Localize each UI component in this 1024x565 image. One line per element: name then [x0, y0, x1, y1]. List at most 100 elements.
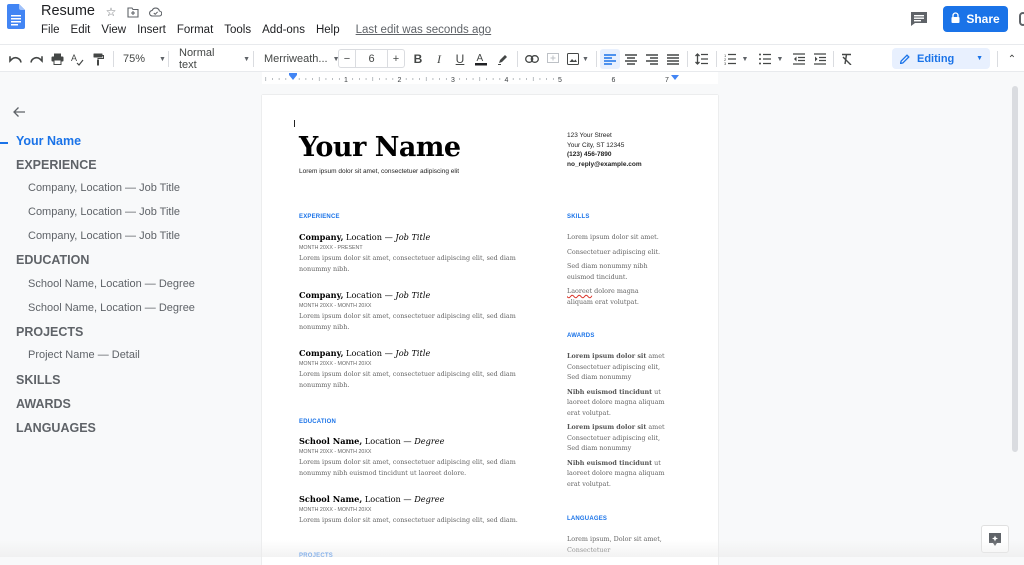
outline-item[interactable]: AWARDS — [16, 397, 71, 411]
ruler-label: 4 — [505, 77, 509, 84]
divider — [168, 51, 169, 67]
redo-icon[interactable] — [27, 45, 45, 73]
resume-entry[interactable]: Company, Location — Job Title MONTH 20XX … — [299, 232, 529, 274]
menu-file[interactable]: File — [41, 24, 60, 36]
editing-mode-select[interactable]: Editing ▼ — [892, 48, 990, 69]
entry-heading: Company, Location — Job Title — [299, 290, 529, 300]
menu-tools[interactable]: Tools — [224, 24, 251, 36]
hide-menus-chevron-up-icon[interactable]: ⌃ — [1004, 45, 1020, 73]
awards-heading[interactable]: AWARDS — [567, 333, 595, 339]
account-avatar[interactable] — [1019, 12, 1024, 26]
outline-active-indicator — [0, 142, 8, 144]
outline-item[interactable]: Company, Location — Job Title — [28, 182, 180, 194]
menu-edit[interactable]: Edit — [71, 24, 91, 36]
outline-item[interactable]: LANGUAGES — [16, 421, 96, 435]
menu-format[interactable]: Format — [177, 24, 213, 36]
align-justify-icon[interactable] — [664, 45, 682, 73]
bulleted-list-icon[interactable]: ▼ — [756, 45, 786, 73]
education-heading[interactable]: EDUCATION — [299, 419, 336, 425]
entry-dates: MONTH 20XX - PRESENT — [299, 245, 363, 251]
numbered-list-icon[interactable]: 1 2 3 ▼ — [721, 45, 751, 73]
menu-view[interactable]: View — [101, 24, 126, 36]
outline-item[interactable]: EDUCATION — [16, 253, 89, 267]
outline-item[interactable]: PROJECTS — [16, 325, 83, 339]
document-title[interactable]: Resume — [41, 3, 95, 19]
menu-addons[interactable]: Add-ons — [262, 24, 305, 36]
insert-link-icon[interactable] — [523, 45, 541, 73]
languages-heading[interactable]: LANGUAGES — [567, 516, 607, 522]
outline-item[interactable]: Company, Location — Job Title — [28, 230, 180, 242]
contact-block[interactable]: 123 Your Street Your City, ST 12345 (123… — [567, 131, 642, 169]
outline-item[interactable]: School Name, Location — Degree — [28, 302, 195, 314]
awards-list[interactable]: Lorem ipsum dolor sit amet Consectetuer … — [567, 351, 671, 493]
first-line-indent-marker[interactable] — [289, 73, 297, 75]
ruler[interactable]: 1 2 3 4 5 6 7 — [262, 72, 718, 84]
resume-entry[interactable]: School Name, Location — Degree MONTH 20XX… — [299, 494, 529, 526]
print-icon[interactable] — [49, 45, 65, 73]
outline-item[interactable]: Company, Location — Job Title — [28, 206, 180, 218]
entry-org: Company, — [299, 290, 344, 300]
back-arrow-icon[interactable] — [12, 105, 26, 123]
font-size-input[interactable]: 6 — [356, 50, 388, 67]
move-to-folder-icon[interactable] — [126, 5, 140, 19]
increase-indent-icon[interactable] — [811, 45, 829, 73]
comment-history-icon[interactable] — [910, 11, 928, 27]
undo-icon[interactable] — [6, 45, 24, 73]
decrease-font-size-button[interactable]: − — [339, 50, 356, 67]
align-left-icon[interactable] — [600, 49, 620, 69]
resume-entry[interactable]: Company, Location — Job Title MONTH 20XX … — [299, 290, 529, 332]
outline-item[interactable]: EXPERIENCE — [16, 158, 97, 172]
star-icon[interactable]: ☆ — [104, 5, 118, 19]
menu-insert[interactable]: Insert — [137, 24, 166, 36]
underline-icon[interactable]: U — [452, 45, 468, 73]
decrease-indent-icon[interactable] — [790, 45, 808, 73]
resume-entry[interactable]: Company, Location — Job Title MONTH 20XX … — [299, 348, 529, 390]
skills-list[interactable]: Lorem ipsum dolor sit amet. Consectetuer… — [567, 232, 682, 307]
outline-item[interactable]: SKILLS — [16, 373, 60, 387]
vertical-scrollbar[interactable] — [1012, 86, 1018, 452]
align-center-icon[interactable] — [622, 45, 640, 73]
increase-font-size-button[interactable]: + — [388, 50, 404, 67]
right-indent-marker[interactable] — [671, 75, 679, 80]
add-comment-icon[interactable] — [545, 45, 561, 73]
outline-item[interactable]: Your Name — [16, 134, 81, 148]
left-indent-marker[interactable] — [289, 75, 297, 80]
zoom-select[interactable]: 75% ▼ — [118, 45, 166, 73]
chevron-down-icon: ▼ — [159, 55, 166, 63]
last-edit-link[interactable]: Last edit was seconds ago — [356, 24, 492, 36]
spellcheck-icon[interactable]: A — [69, 45, 85, 73]
style-select[interactable]: Normal text ▼ — [172, 45, 250, 73]
insert-image-icon[interactable]: ▼ — [566, 45, 590, 73]
entry-org: School Name, — [299, 494, 363, 504]
resume-entry[interactable]: School Name, Location — Degree MONTH 20XX… — [299, 436, 529, 478]
font-select[interactable]: Merriweath... ▼ — [258, 45, 340, 73]
entry-location: Location — — [362, 494, 415, 504]
experience-heading[interactable]: EXPERIENCE — [299, 214, 340, 220]
outline-item[interactable]: Project Name — Detail — [28, 349, 140, 361]
entry-description: Lorem ipsum dolor sit amet, consectetuer… — [299, 516, 518, 524]
menu-help[interactable]: Help — [316, 24, 340, 36]
line-spacing-icon[interactable] — [692, 45, 710, 73]
misspelled-word[interactable]: Laoreet — [567, 287, 592, 295]
entry-org: School Name, — [299, 436, 363, 446]
award-item: Nibh euismod tincidunt ut laoreet dolore… — [567, 458, 671, 490]
ruler-label: 6 — [612, 77, 616, 84]
align-right-icon[interactable] — [643, 45, 661, 73]
resume-subtitle[interactable]: Lorem ipsum dolor sit amet, consectetuer… — [299, 168, 459, 175]
document-page[interactable]: Your Name Lorem ipsum dolor sit amet, co… — [262, 95, 718, 565]
clear-formatting-icon[interactable] — [838, 45, 856, 73]
bold-icon[interactable]: B — [410, 45, 426, 73]
highlight-color-icon[interactable] — [495, 45, 511, 73]
svg-text:3: 3 — [724, 61, 727, 65]
paint-format-icon[interactable] — [90, 45, 106, 73]
cloud-saved-icon[interactable] — [148, 5, 162, 19]
ruler-label: 5 — [558, 77, 562, 84]
resume-name-title[interactable]: Your Name — [299, 132, 461, 163]
text-color-icon[interactable]: A — [473, 45, 489, 73]
docs-logo-icon[interactable] — [7, 4, 25, 29]
outline-item[interactable]: School Name, Location — Degree — [28, 278, 195, 290]
share-button[interactable]: Share — [943, 6, 1008, 32]
entry-location: Location — — [343, 232, 396, 242]
italic-icon[interactable]: I — [431, 45, 447, 73]
skills-heading[interactable]: SKILLS — [567, 214, 590, 220]
